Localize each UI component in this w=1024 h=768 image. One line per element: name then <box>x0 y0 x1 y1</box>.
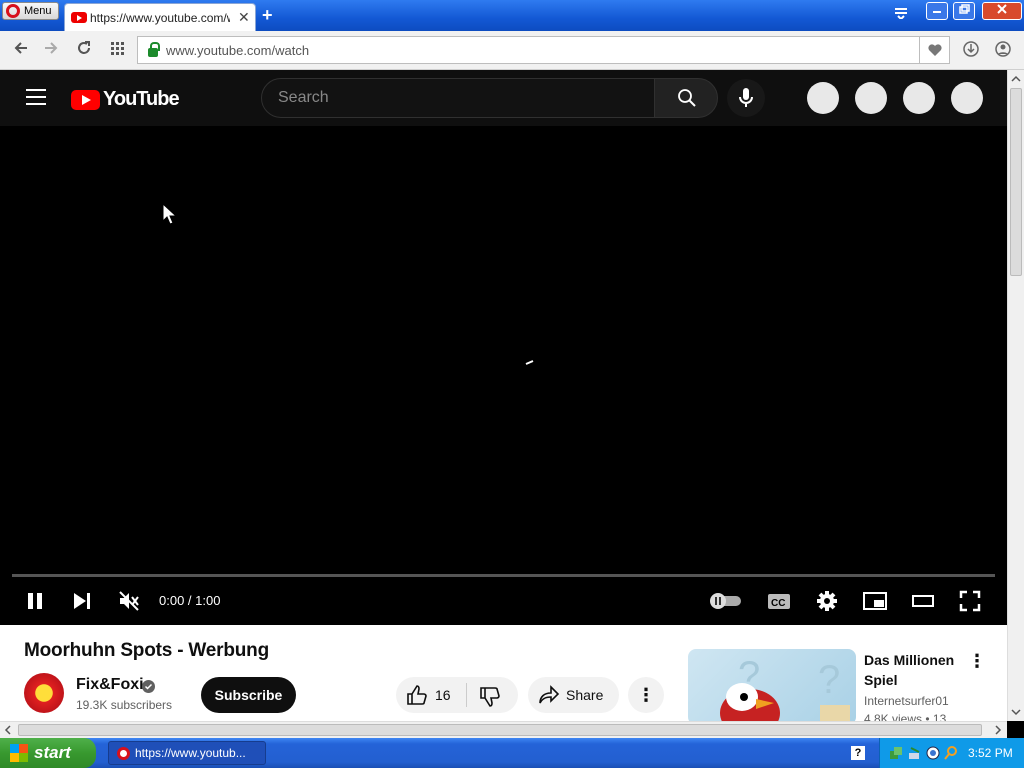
voice-search-button[interactable] <box>727 79 765 117</box>
dislike-thumb-icon[interactable] <box>479 686 501 708</box>
autoplay-toggle-icon[interactable] <box>709 590 743 612</box>
channel-name[interactable]: Fix&Foxi <box>76 676 144 694</box>
next-icon[interactable] <box>72 590 92 612</box>
header-button-placeholder[interactable] <box>951 82 983 114</box>
speed-dial-icon[interactable] <box>106 40 128 60</box>
mouse-cursor-icon <box>162 203 176 225</box>
like-count: 16 <box>435 687 451 703</box>
search-input[interactable]: Search <box>261 78 655 118</box>
account-icon[interactable] <box>992 40 1014 60</box>
progress-bar[interactable] <box>12 574 995 577</box>
recommendation-channel[interactable]: Internetsurfer01 <box>864 694 949 708</box>
address-text: www.youtube.com/watch <box>166 42 310 58</box>
new-tab-button[interactable]: + <box>262 5 273 26</box>
video-player[interactable] <box>0 126 1007 625</box>
bookmark-heart-icon[interactable] <box>919 36 950 64</box>
windows-flag-icon <box>10 744 28 762</box>
search-tray-icon[interactable] <box>925 745 941 761</box>
youtube-favicon-icon <box>71 12 87 23</box>
start-label: start <box>34 743 71 762</box>
share-arrow-icon <box>539 685 560 704</box>
like-divider <box>466 683 467 707</box>
recommendation-views: 4.8K views • 13 <box>864 712 947 721</box>
muted-volume-icon[interactable] <box>118 590 140 612</box>
recommendation-thumbnail[interactable]: ? ? <box>688 649 856 725</box>
youtube-logo-text: YouTube <box>103 88 180 110</box>
taskbar-item-label: https://www.youtub... <box>135 746 246 760</box>
fullscreen-icon[interactable] <box>959 590 981 612</box>
forward-icon[interactable] <box>40 40 62 60</box>
svg-text:CC: CC <box>771 598 785 609</box>
microphone-icon <box>739 88 753 107</box>
youtube-logo[interactable]: YouTube <box>71 88 180 111</box>
guide-menu-icon[interactable] <box>26 89 46 105</box>
scroll-down-icon <box>1011 709 1021 716</box>
header-button-placeholder[interactable] <box>855 82 887 114</box>
header-button-placeholder[interactable] <box>807 82 839 114</box>
opera-menu-button[interactable]: Menu <box>2 2 59 20</box>
search-icon <box>678 89 696 107</box>
lock-icon <box>148 41 160 57</box>
opera-icon <box>117 746 130 760</box>
header-button-placeholder[interactable] <box>903 82 935 114</box>
svg-text:?: ? <box>818 658 840 702</box>
like-thumb-icon[interactable] <box>406 684 428 706</box>
subscriber-count: 19.3K subscribers <box>76 698 173 712</box>
taskbar-clock: 3:52 PM <box>968 746 1013 760</box>
video-title: Moorhuhn Spots - Werbung <box>24 640 269 661</box>
opera-logo-icon <box>6 4 20 18</box>
safely-remove-tray-icon[interactable] <box>907 745 923 761</box>
help-icon[interactable]: ? <box>851 746 865 760</box>
window-minimize-button[interactable] <box>926 2 948 20</box>
subscribe-button[interactable]: Subscribe <box>201 677 296 713</box>
captions-icon[interactable]: CC <box>767 590 791 612</box>
scroll-right-icon <box>995 725 1002 735</box>
magnifier-tray-icon[interactable] <box>943 745 959 761</box>
scroll-up-icon <box>1011 75 1021 82</box>
theater-mode-icon[interactable] <box>911 590 935 612</box>
settings-gear-icon[interactable] <box>816 590 838 612</box>
horizontal-scrollbar[interactable] <box>0 721 1007 738</box>
pause-icon[interactable] <box>25 590 45 612</box>
recommendation-title[interactable]: Das Millionen Spiel <box>864 650 964 690</box>
vertical-scrollbar[interactable] <box>1007 70 1024 721</box>
menu-label: Menu <box>24 5 52 17</box>
start-button[interactable]: start <box>0 738 96 768</box>
back-icon[interactable] <box>10 40 32 60</box>
channel-avatar[interactable] <box>24 673 64 713</box>
recommendation-more-icon[interactable]: ⋮ <box>968 651 986 672</box>
miniplayer-icon[interactable] <box>862 590 888 612</box>
network-tray-icon[interactable] <box>888 745 904 761</box>
moorhuhn-thumbnail-icon: ? ? <box>720 654 850 725</box>
tab-close-icon[interactable]: ✕ <box>238 9 250 26</box>
tab-menu-icon[interactable] <box>890 6 912 22</box>
browser-tab[interactable]: https://www.youtube.com/w ✕ <box>64 3 256 31</box>
reload-icon[interactable] <box>73 40 95 60</box>
time-display: 0:00 / 1:00 <box>159 593 221 608</box>
taskbar-opera-item[interactable]: https://www.youtub... <box>108 741 266 765</box>
youtube-play-logo-icon <box>71 89 100 110</box>
verified-check-icon <box>142 680 155 693</box>
tab-title: https://www.youtube.com/w <box>90 10 230 25</box>
horizontal-scroll-thumb[interactable] <box>18 724 982 736</box>
scroll-left-icon <box>4 725 11 735</box>
window-close-button[interactable] <box>982 2 1022 20</box>
loading-spinner-icon <box>525 360 534 365</box>
vertical-scroll-thumb[interactable] <box>1010 88 1022 276</box>
share-label: Share <box>566 687 604 703</box>
more-actions-button[interactable]: ⋮ <box>628 677 664 713</box>
address-bar[interactable]: www.youtube.com/watch <box>137 36 920 64</box>
downloads-icon[interactable] <box>960 40 982 60</box>
search-button[interactable] <box>654 78 718 118</box>
window-restore-button[interactable] <box>953 2 975 20</box>
